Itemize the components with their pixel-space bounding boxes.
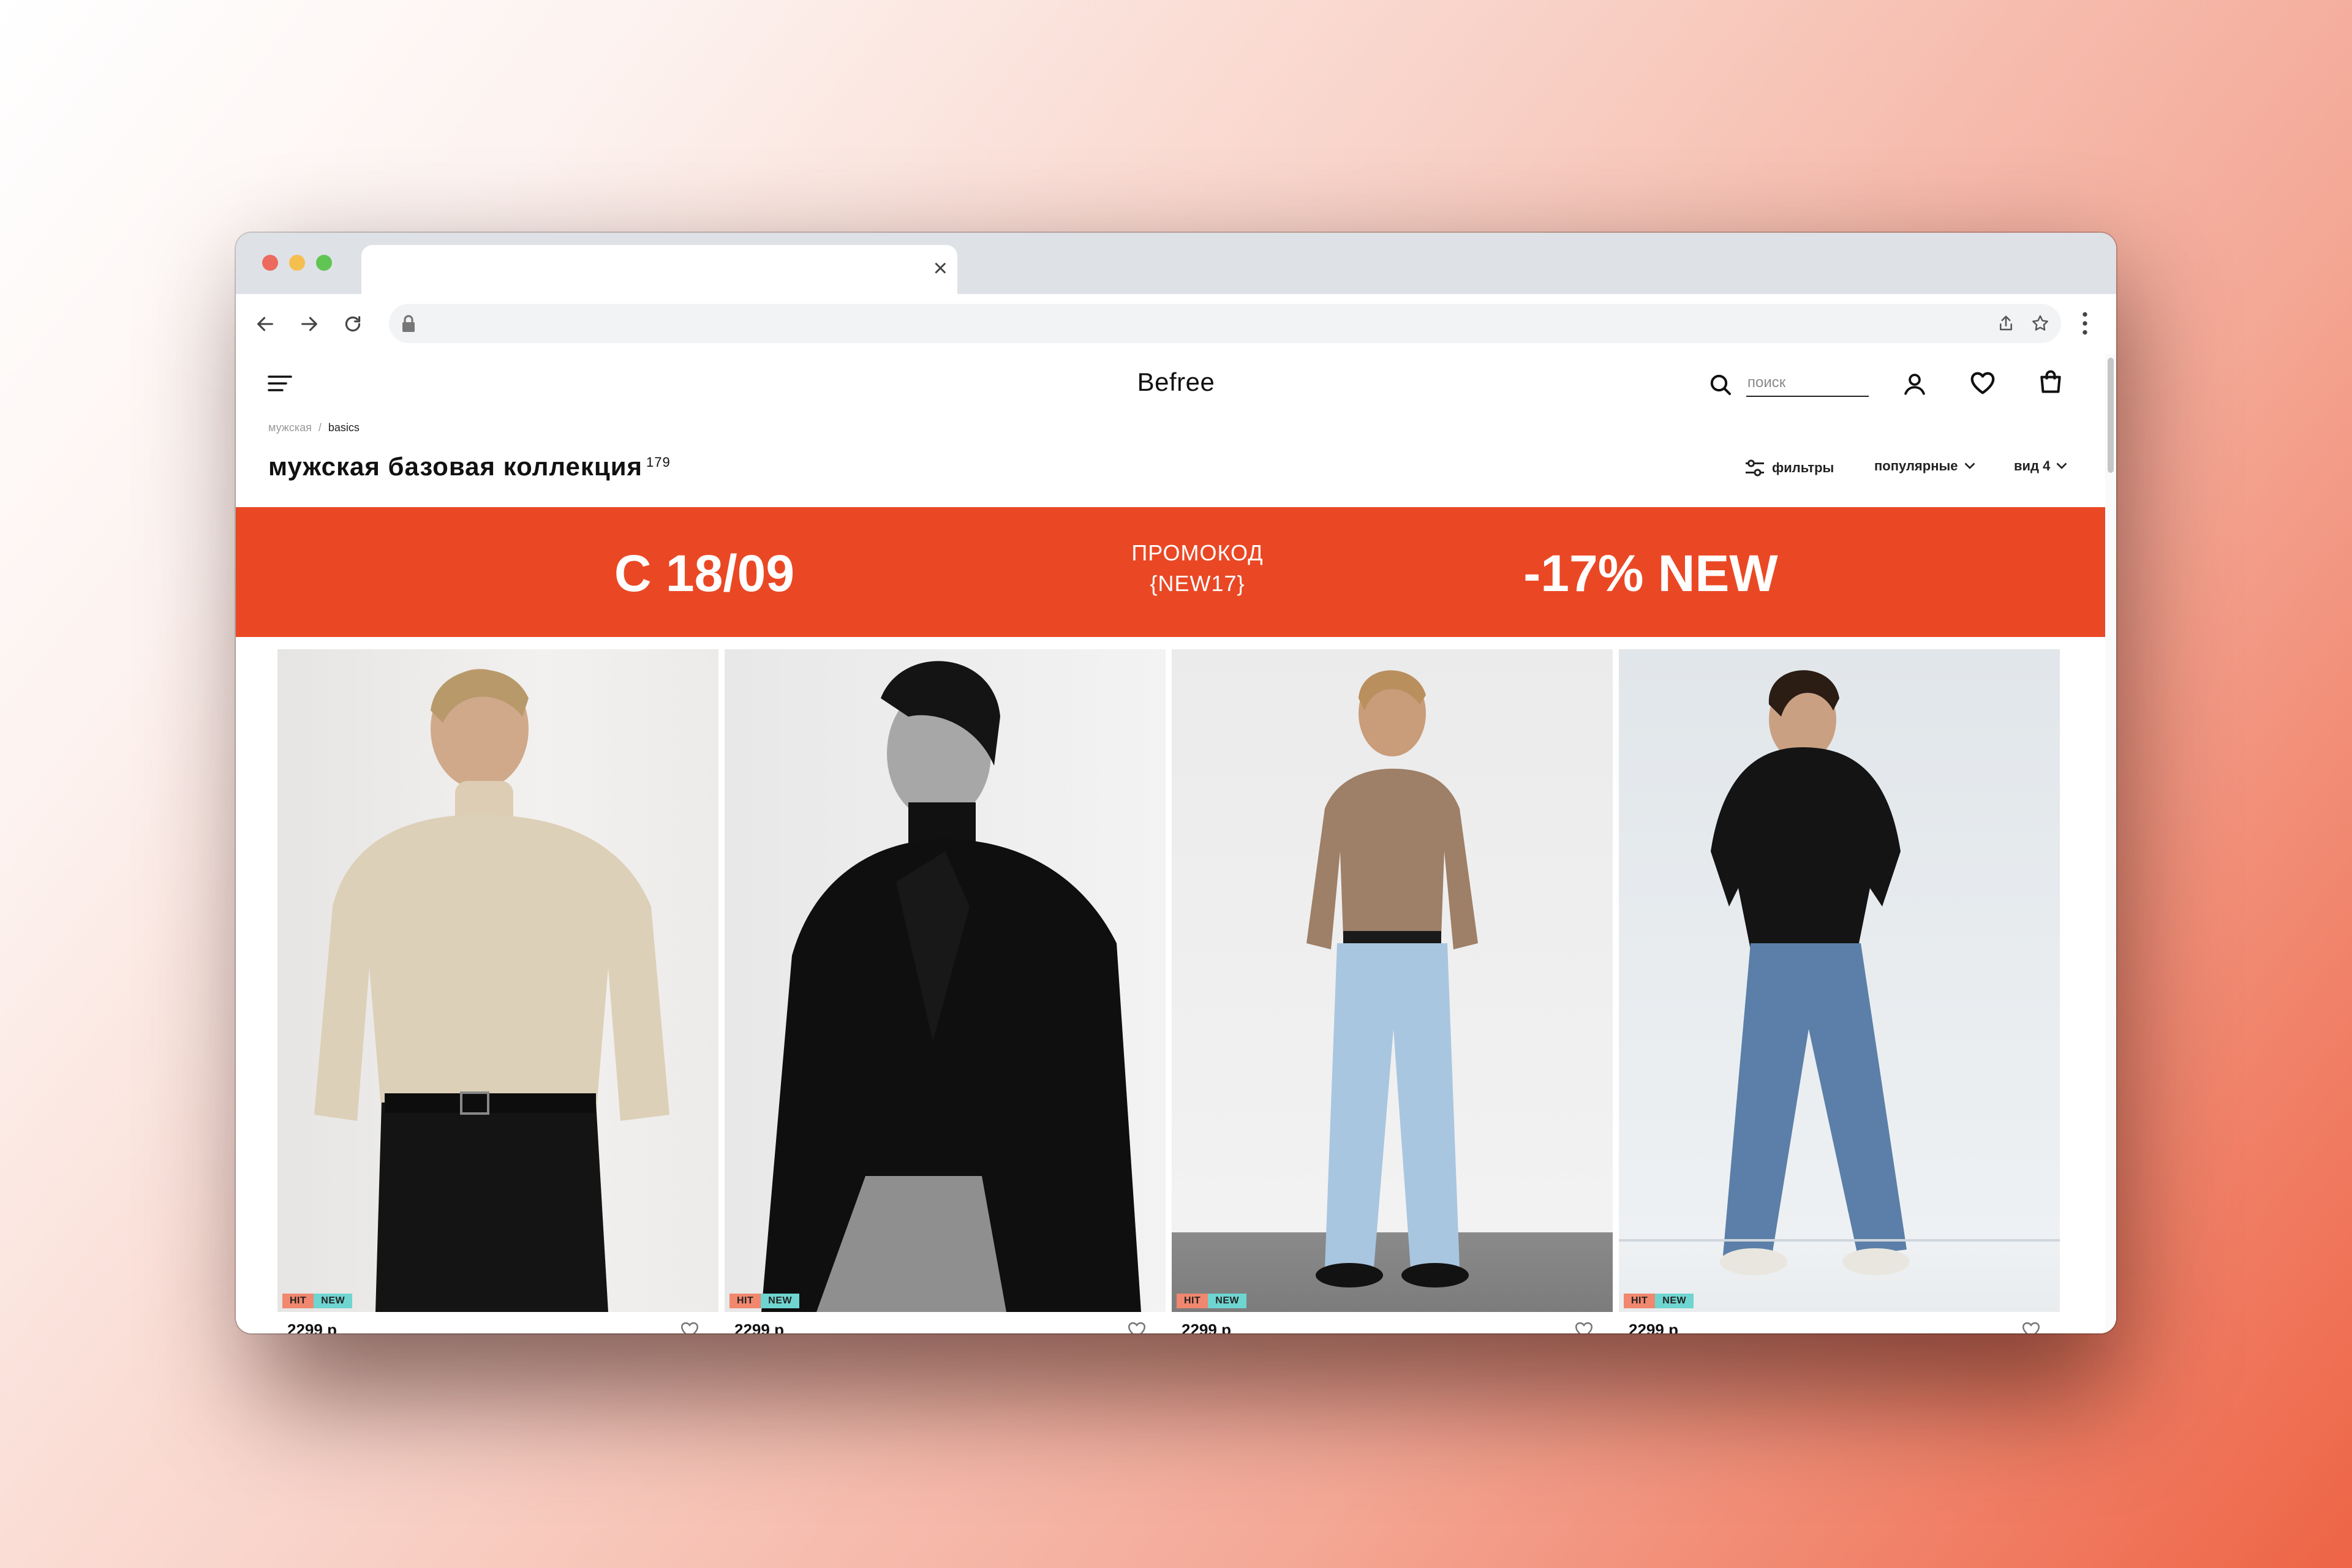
badge-hit: HIT [282, 1294, 314, 1308]
tab-close-icon[interactable]: × [933, 256, 948, 281]
badge-new: NEW [1208, 1294, 1247, 1308]
wishlist-button[interactable] [1969, 369, 1997, 400]
browser-window: × Befree поиск мужская / basics мужская … [236, 233, 2116, 1333]
promo-code-label: ПРОМОКОД [1131, 540, 1264, 565]
product-badges: HIT NEW [282, 1294, 353, 1308]
filters-label: фильтры [1772, 460, 1834, 475]
badge-new: NEW [314, 1294, 353, 1308]
promo-discount: -17% NEW [1523, 545, 1778, 602]
product-badges: HIT NEW [1624, 1294, 1694, 1308]
promo-date: С 18/09 [614, 545, 795, 602]
back-button[interactable] [251, 310, 279, 338]
product-price: 2299 р [1182, 1321, 1231, 1333]
browser-menu-button[interactable] [2081, 310, 2089, 340]
badge-hit: HIT [1624, 1294, 1656, 1308]
minimize-window-button[interactable] [289, 255, 305, 271]
page-title-text: мужская базовая коллекция [268, 452, 643, 481]
account-button[interactable] [1902, 371, 1928, 400]
breadcrumb-current: basics [328, 421, 360, 434]
breadcrumb: мужская / basics [268, 421, 360, 434]
maximize-window-button[interactable] [316, 255, 332, 271]
chevron-down-icon [2056, 462, 2067, 469]
sort-label: популярные [1874, 458, 1958, 473]
heart-icon[interactable] [1574, 1319, 1594, 1333]
breadcrumb-link-parent[interactable]: мужская [268, 421, 312, 434]
product-image[interactable] [1172, 649, 1613, 1312]
arrow-left-icon [257, 317, 273, 331]
shopping-bag-icon [2040, 370, 2061, 393]
reload-button[interactable] [339, 310, 367, 338]
heart-icon[interactable] [2021, 1319, 2041, 1333]
page-title: мужская базовая коллекция 179 [268, 452, 671, 481]
promo-code-value: {NEW17} [1150, 571, 1245, 596]
product-count: 179 [646, 454, 671, 470]
product-card[interactable]: HIT NEW 2299 р [725, 649, 1166, 1333]
product-badges: HIT NEW [729, 1294, 800, 1308]
page-scrollbar[interactable] [2105, 354, 2116, 1333]
product-card[interactable]: HIT NEW 2299 р [1619, 649, 2060, 1333]
chevron-down-icon [1964, 462, 1975, 469]
tab-bar: × [236, 233, 2116, 294]
badge-hit: HIT [729, 1294, 761, 1308]
product-image[interactable] [1619, 649, 2060, 1312]
page-viewport: Befree мужская / basics мужская базовая … [236, 354, 2116, 1333]
search-icon [1710, 374, 1731, 395]
promo-code: ПРОМОКОД {NEW17} [1044, 538, 1351, 599]
breadcrumb-separator: / [318, 421, 322, 434]
product-card[interactable]: HIT NEW 2299 р [277, 649, 718, 1333]
heart-icon[interactable] [679, 1319, 700, 1333]
product-price: 2299 р [287, 1321, 337, 1333]
share-icon[interactable] [1997, 314, 2015, 333]
badge-hit: HIT [1177, 1294, 1208, 1308]
product-photo [1306, 670, 1478, 1287]
heart-icon[interactable] [1126, 1319, 1147, 1333]
sort-dropdown[interactable]: популярные [1874, 458, 1975, 474]
promo-banner[interactable]: С 18/09 ПРОМОКОД {NEW17} -17% NEW [236, 507, 2105, 637]
product-card[interactable]: HIT NEW 2299 р [1172, 649, 1613, 1333]
view-label: вид 4 [2014, 458, 2051, 473]
forward-button[interactable] [295, 310, 323, 338]
view-dropdown[interactable]: вид 4 [2014, 458, 2067, 474]
user-icon [1904, 374, 1925, 395]
heart-icon [1970, 372, 1995, 394]
scrollbar-thumb[interactable] [2108, 358, 2114, 473]
cart-button[interactable] [2037, 368, 2064, 399]
search-input[interactable] [1746, 370, 1869, 397]
search-button[interactable] [1708, 372, 1733, 400]
arrow-right-icon [301, 317, 317, 331]
product-price: 2299 р [1629, 1321, 1678, 1333]
filters-button[interactable]: фильтры [1744, 458, 1834, 478]
product-price: 2299 р [734, 1321, 784, 1333]
badge-new: NEW [1655, 1294, 1694, 1308]
close-window-button[interactable] [262, 255, 278, 271]
lock-icon [402, 315, 415, 332]
browser-tab[interactable]: × [361, 245, 957, 294]
product-photo [314, 669, 669, 1312]
address-bar[interactable] [389, 304, 2061, 343]
product-photo [761, 661, 1141, 1312]
filter-sliders-icon [1746, 459, 1764, 477]
reload-icon [345, 316, 361, 332]
badge-new: NEW [761, 1294, 800, 1308]
product-badges: HIT NEW [1177, 1294, 1247, 1308]
product-photo [1619, 670, 2060, 1275]
more-vertical-icon [2082, 312, 2087, 335]
product-image[interactable] [277, 649, 718, 1312]
star-icon[interactable] [2030, 314, 2050, 333]
product-image[interactable] [725, 649, 1166, 1312]
